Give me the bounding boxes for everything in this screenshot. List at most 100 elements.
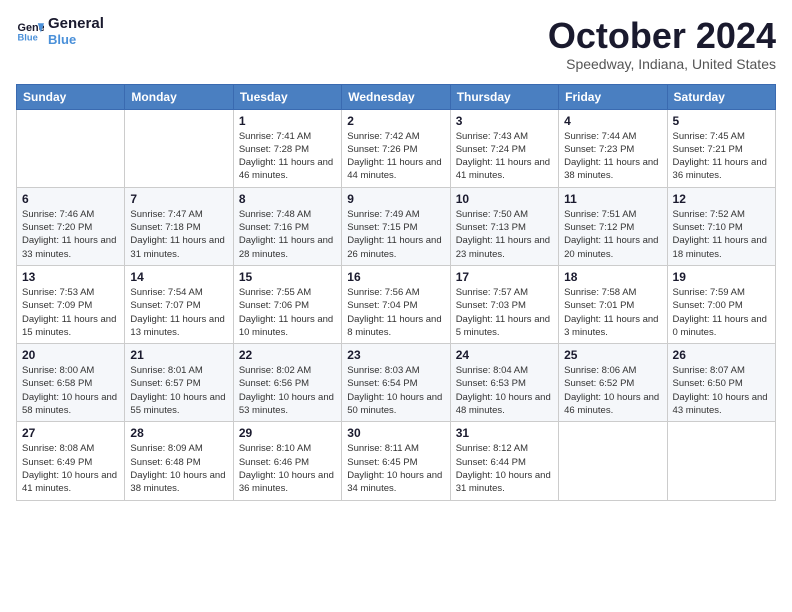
location: Speedway, Indiana, United States — [548, 56, 776, 72]
logo-blue: Blue — [48, 33, 104, 47]
day-number: 26 — [673, 348, 770, 362]
calendar-cell: 21 Sunrise: 8:01 AM Sunset: 6:57 PM Dayli… — [125, 344, 233, 422]
day-number: 22 — [239, 348, 336, 362]
day-number: 31 — [456, 426, 553, 440]
day-number: 30 — [347, 426, 444, 440]
calendar-cell — [17, 109, 125, 187]
calendar-cell: 4 Sunrise: 7:44 AM Sunset: 7:23 PM Daylig… — [559, 109, 667, 187]
calendar-cell: 24 Sunrise: 8:04 AM Sunset: 6:53 PM Dayli… — [450, 344, 558, 422]
calendar-cell: 18Sunrise: 7:58 AM Sunset: 7:01 PM Dayli… — [559, 265, 667, 343]
calendar-cell: 14 Sunrise: 7:54 AM Sunset: 7:07 PM Dayli… — [125, 265, 233, 343]
day-info: Sunrise: 7:41 AM Sunset: 7:28 PM Dayligh… — [239, 130, 336, 183]
day-number: 5 — [673, 114, 770, 128]
calendar-cell: 19 Sunrise: 7:59 AM Sunset: 7:00 PM Dayli… — [667, 265, 775, 343]
day-info: Sunrise: 7:45 AM Sunset: 7:21 PM Dayligh… — [673, 130, 770, 183]
logo: General Blue General Blue — [16, 16, 104, 47]
calendar-week-5: 27 Sunrise: 8:08 AM Sunset: 6:49 PM Dayli… — [17, 422, 776, 500]
day-number: 29 — [239, 426, 336, 440]
day-number: 28 — [130, 426, 227, 440]
calendar-cell: 10Sunrise: 7:50 AM Sunset: 7:13 PM Dayli… — [450, 187, 558, 265]
day-info: Sunrise: 7:59 AM Sunset: 7:00 PM Dayligh… — [673, 286, 770, 339]
day-info: Sunrise: 8:02 AM Sunset: 6:56 PM Dayligh… — [239, 364, 336, 417]
day-info: Sunrise: 8:01 AM Sunset: 6:57 PM Dayligh… — [130, 364, 227, 417]
day-number: 6 — [22, 192, 119, 206]
day-number: 11 — [564, 192, 661, 206]
col-friday: Friday — [559, 84, 667, 109]
calendar-cell: 26 Sunrise: 8:07 AM Sunset: 6:50 PM Dayli… — [667, 344, 775, 422]
day-number: 9 — [347, 192, 444, 206]
day-info: Sunrise: 8:09 AM Sunset: 6:48 PM Dayligh… — [130, 442, 227, 495]
calendar-cell — [667, 422, 775, 500]
day-number: 4 — [564, 114, 661, 128]
day-info: Sunrise: 8:11 AM Sunset: 6:45 PM Dayligh… — [347, 442, 444, 495]
day-number: 25 — [564, 348, 661, 362]
col-sunday: Sunday — [17, 84, 125, 109]
calendar-cell: 11 Sunrise: 7:51 AM Sunset: 7:12 PM Dayli… — [559, 187, 667, 265]
day-number: 13 — [22, 270, 119, 284]
calendar-week-1: 1 Sunrise: 7:41 AM Sunset: 7:28 PM Daylig… — [17, 109, 776, 187]
day-number: 19 — [673, 270, 770, 284]
day-info: Sunrise: 7:53 AM Sunset: 7:09 PM Dayligh… — [22, 286, 119, 339]
day-info: Sunrise: 7:51 AM Sunset: 7:12 PM Dayligh… — [564, 208, 661, 261]
day-info: Sunrise: 7:44 AM Sunset: 7:23 PM Dayligh… — [564, 130, 661, 183]
day-number: 1 — [239, 114, 336, 128]
col-wednesday: Wednesday — [342, 84, 450, 109]
calendar-cell: 6 Sunrise: 7:46 AM Sunset: 7:20 PM Daylig… — [17, 187, 125, 265]
day-number: 3 — [456, 114, 553, 128]
month-title: October 2024 — [548, 16, 776, 56]
day-info: Sunrise: 7:55 AM Sunset: 7:06 PM Dayligh… — [239, 286, 336, 339]
col-saturday: Saturday — [667, 84, 775, 109]
day-info: Sunrise: 7:57 AM Sunset: 7:03 PM Dayligh… — [456, 286, 553, 339]
svg-text:Blue: Blue — [18, 33, 38, 43]
col-tuesday: Tuesday — [233, 84, 341, 109]
day-number: 24 — [456, 348, 553, 362]
calendar-cell: 5 Sunrise: 7:45 AM Sunset: 7:21 PM Daylig… — [667, 109, 775, 187]
logo-icon: General Blue — [16, 17, 44, 45]
calendar-cell: 25Sunrise: 8:06 AM Sunset: 6:52 PM Dayli… — [559, 344, 667, 422]
calendar-cell: 12 Sunrise: 7:52 AM Sunset: 7:10 PM Dayli… — [667, 187, 775, 265]
day-info: Sunrise: 8:12 AM Sunset: 6:44 PM Dayligh… — [456, 442, 553, 495]
calendar-cell: 23Sunrise: 8:03 AM Sunset: 6:54 PM Dayli… — [342, 344, 450, 422]
calendar-week-3: 13 Sunrise: 7:53 AM Sunset: 7:09 PM Dayli… — [17, 265, 776, 343]
calendar-cell: 1 Sunrise: 7:41 AM Sunset: 7:28 PM Daylig… — [233, 109, 341, 187]
calendar-cell: 9Sunrise: 7:49 AM Sunset: 7:15 PM Daylig… — [342, 187, 450, 265]
calendar-week-4: 20Sunrise: 8:00 AM Sunset: 6:58 PM Dayli… — [17, 344, 776, 422]
col-thursday: Thursday — [450, 84, 558, 109]
day-info: Sunrise: 8:10 AM Sunset: 6:46 PM Dayligh… — [239, 442, 336, 495]
calendar-cell: 13 Sunrise: 7:53 AM Sunset: 7:09 PM Dayli… — [17, 265, 125, 343]
day-number: 14 — [130, 270, 227, 284]
calendar-table: Sunday Monday Tuesday Wednesday Thursday… — [16, 84, 776, 501]
day-info: Sunrise: 7:56 AM Sunset: 7:04 PM Dayligh… — [347, 286, 444, 339]
day-number: 27 — [22, 426, 119, 440]
title-block: October 2024 Speedway, Indiana, United S… — [548, 16, 776, 72]
calendar-cell: 2Sunrise: 7:42 AM Sunset: 7:26 PM Daylig… — [342, 109, 450, 187]
day-info: Sunrise: 7:52 AM Sunset: 7:10 PM Dayligh… — [673, 208, 770, 261]
calendar-cell: 28 Sunrise: 8:09 AM Sunset: 6:48 PM Dayli… — [125, 422, 233, 500]
calendar-cell: 16 Sunrise: 7:56 AM Sunset: 7:04 PM Dayli… — [342, 265, 450, 343]
day-number: 21 — [130, 348, 227, 362]
page-header: General Blue General Blue October 2024 S… — [16, 16, 776, 72]
calendar-cell: 3 Sunrise: 7:43 AM Sunset: 7:24 PM Daylig… — [450, 109, 558, 187]
day-number: 10 — [456, 192, 553, 206]
day-info: Sunrise: 7:46 AM Sunset: 7:20 PM Dayligh… — [22, 208, 119, 261]
day-info: Sunrise: 7:43 AM Sunset: 7:24 PM Dayligh… — [456, 130, 553, 183]
calendar-cell: 27 Sunrise: 8:08 AM Sunset: 6:49 PM Dayli… — [17, 422, 125, 500]
day-info: Sunrise: 8:04 AM Sunset: 6:53 PM Dayligh… — [456, 364, 553, 417]
day-info: Sunrise: 8:03 AM Sunset: 6:54 PM Dayligh… — [347, 364, 444, 417]
day-number: 2 — [347, 114, 444, 128]
calendar-cell: 30 Sunrise: 8:11 AM Sunset: 6:45 PM Dayli… — [342, 422, 450, 500]
day-number: 12 — [673, 192, 770, 206]
day-number: 18 — [564, 270, 661, 284]
calendar-cell: 31 Sunrise: 8:12 AM Sunset: 6:44 PM Dayli… — [450, 422, 558, 500]
calendar-cell: 29 Sunrise: 8:10 AM Sunset: 6:46 PM Dayli… — [233, 422, 341, 500]
logo-general: General — [48, 16, 104, 33]
day-info: Sunrise: 8:07 AM Sunset: 6:50 PM Dayligh… — [673, 364, 770, 417]
day-info: Sunrise: 7:47 AM Sunset: 7:18 PM Dayligh… — [130, 208, 227, 261]
day-info: Sunrise: 7:54 AM Sunset: 7:07 PM Dayligh… — [130, 286, 227, 339]
day-number: 16 — [347, 270, 444, 284]
calendar-cell: 17Sunrise: 7:57 AM Sunset: 7:03 PM Dayli… — [450, 265, 558, 343]
day-number: 15 — [239, 270, 336, 284]
day-info: Sunrise: 8:08 AM Sunset: 6:49 PM Dayligh… — [22, 442, 119, 495]
calendar-cell: 20Sunrise: 8:00 AM Sunset: 6:58 PM Dayli… — [17, 344, 125, 422]
calendar-week-2: 6 Sunrise: 7:46 AM Sunset: 7:20 PM Daylig… — [17, 187, 776, 265]
